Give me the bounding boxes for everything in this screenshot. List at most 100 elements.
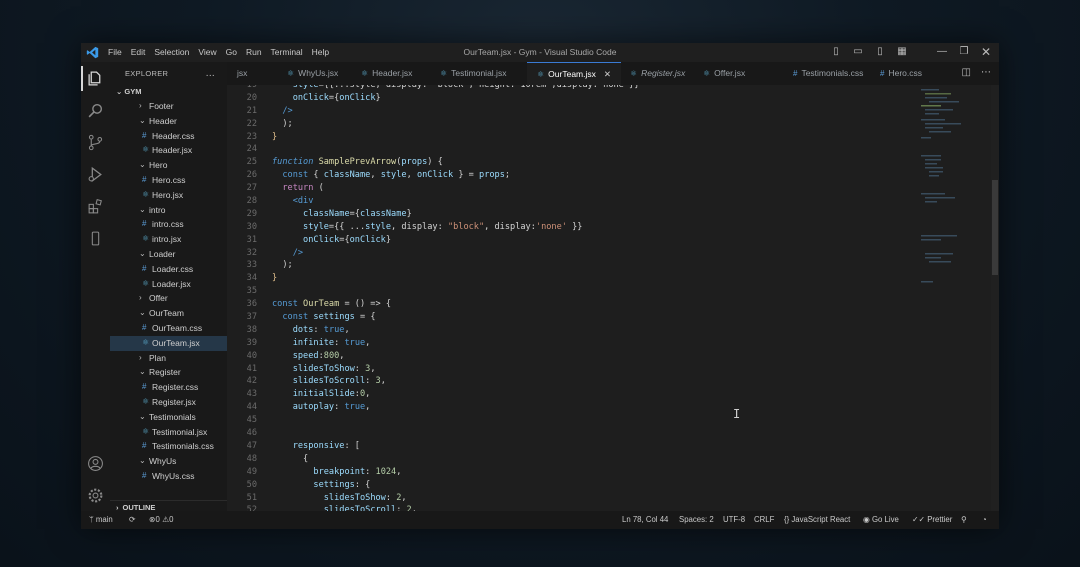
sync-icon[interactable]: ⟳ (129, 511, 136, 529)
file-intro-jsx[interactable]: ⚛ intro.jsx (110, 232, 227, 247)
code-line[interactable]: responsive: [ (272, 440, 912, 453)
menu-item-help[interactable]: Help (312, 47, 329, 57)
file-testimonials-css[interactable]: # Testimonials.css (110, 439, 227, 454)
folder-register[interactable]: ⌄ Register (110, 365, 227, 380)
menu-item-run[interactable]: Run (246, 47, 262, 57)
tab-header-jsx[interactable]: ⚛ Header.jsx (351, 62, 422, 85)
go-live-button[interactable]: ◉ Go Live (863, 511, 899, 529)
code-line[interactable]: dots: true, (272, 324, 912, 337)
folder-footer[interactable]: › Footer (110, 99, 227, 114)
folder-ourteam[interactable]: ⌄ OurTeam (110, 306, 227, 321)
run-debug-icon[interactable] (87, 166, 104, 183)
tab-register-jsx[interactable]: ⚛ Register.jsx (620, 62, 695, 85)
branch-indicator[interactable]: ᛘ main (89, 511, 113, 529)
file-loader-css[interactable]: # Loader.css (110, 262, 227, 277)
code-line[interactable]: const { className, style, onClick } = pr… (272, 169, 912, 182)
code-line[interactable]: slidesToShow: 2, (272, 492, 912, 505)
file-ourteam-css[interactable]: # OurTeam.css (110, 321, 227, 336)
code-line[interactable]: function SamplePrevArrow(props) { (272, 156, 912, 169)
menu-item-selection[interactable]: Selection (154, 47, 189, 57)
file-loader-jsx[interactable]: ⚛ Loader.jsx (110, 277, 227, 292)
folder-loader[interactable]: ⌄ Loader (110, 247, 227, 262)
close-icon[interactable]: ✕ (979, 45, 993, 59)
toggle-panel-icon[interactable]: ▭ (851, 45, 865, 59)
scrollbar-thumb[interactable] (992, 180, 998, 275)
language-mode[interactable]: {} JavaScript React (784, 511, 850, 529)
file-intro-css[interactable]: # intro.css (110, 217, 227, 232)
source-control-icon[interactable] (87, 134, 104, 151)
split-editor-icon[interactable]: ◫ (962, 67, 971, 78)
tab-hero-css[interactable]: # Hero.css (870, 62, 932, 85)
folder-whyus[interactable]: ⌄ WhyUs (110, 454, 227, 469)
file-whyus-css[interactable]: # WhyUs.css (110, 469, 227, 484)
code-line[interactable] (272, 427, 912, 440)
cursor-position[interactable]: Ln 78, Col 44 (622, 511, 668, 529)
extensions-icon[interactable] (87, 198, 104, 215)
code-line[interactable]: return ( (272, 182, 912, 195)
code-line[interactable]: breakpoint: 1024, (272, 466, 912, 479)
toggle-secondary-sidebar-icon[interactable]: ▯ (873, 45, 887, 59)
menu-item-edit[interactable]: Edit (131, 47, 146, 57)
tab-testimonials-css[interactable]: # Testimonials.css (783, 62, 873, 85)
folder-testimonials[interactable]: ⌄ Testimonials (110, 410, 227, 425)
close-tab-icon[interactable]: ✕ (604, 69, 611, 79)
folder-plan[interactable]: › Plan (110, 351, 227, 366)
code-lines[interactable]: style={{...style, display: "block", heig… (272, 85, 912, 511)
tab-offer-jsx[interactable]: ⚛ Offer.jsx (693, 62, 755, 85)
code-line[interactable]: speed:800, (272, 350, 912, 363)
notifications-bell-icon[interactable]: ◔ (982, 511, 987, 529)
workspace-root[interactable]: ⌄ GYM (110, 85, 227, 99)
menu-item-file[interactable]: File (108, 47, 122, 57)
code-line[interactable]: /> (272, 105, 912, 118)
code-line[interactable] (272, 143, 912, 156)
problems-indicator[interactable]: ⊗0 ⚠0 (149, 511, 173, 529)
code-line[interactable]: initialSlide:0, (272, 388, 912, 401)
section-outline[interactable]: › OUTLINE (110, 500, 227, 511)
code-line[interactable]: style={{ ...style, display: "block", dis… (272, 221, 912, 234)
file-hero-jsx[interactable]: ⚛ Hero.jsx (110, 188, 227, 203)
file-register-jsx[interactable]: ⚛ Register.jsx (110, 395, 227, 410)
code-line[interactable] (272, 414, 912, 427)
search-icon[interactable] (87, 102, 104, 119)
tab-testimonial-jsx[interactable]: ⚛ Testimonial.jsx (430, 62, 516, 85)
code-editor[interactable]: 19 20 21 22 23 24 25 26 27 28 29 30 31 32 33 34 35 36 37 38… (227, 85, 999, 511)
folder-hero[interactable]: ⌄ Hero (110, 158, 227, 173)
file-header-css[interactable]: # Header.css (110, 129, 227, 144)
minimap[interactable] (917, 85, 987, 511)
menu-item-go[interactable]: Go (226, 47, 237, 57)
code-line[interactable]: { (272, 453, 912, 466)
code-line[interactable]: className={className} (272, 208, 912, 221)
folder-header[interactable]: ⌄ Header (110, 114, 227, 129)
code-line[interactable]: slidesToShow: 3, (272, 363, 912, 376)
minimize-icon[interactable]: — (935, 45, 949, 59)
code-line[interactable]: ); (272, 118, 912, 131)
code-line[interactable] (272, 285, 912, 298)
vertical-scrollbar[interactable] (991, 85, 999, 511)
tab-jsx[interactable]: jsx (157, 62, 257, 85)
code-line[interactable]: } (272, 131, 912, 144)
code-line[interactable]: <div (272, 195, 912, 208)
code-line[interactable]: onClick={onClick} (272, 234, 912, 247)
code-line[interactable]: const OurTeam = () => { (272, 298, 912, 311)
code-line[interactable]: slidesToScroll: 3, (272, 375, 912, 388)
encoding[interactable]: UTF-8 (723, 511, 745, 529)
menu-item-terminal[interactable]: Terminal (271, 47, 303, 57)
file-header-jsx[interactable]: ⚛ Header.jsx (110, 143, 227, 158)
prettier-button[interactable]: ✓✓ Prettier (912, 511, 952, 529)
toggle-sidebar-icon[interactable]: ▯ (829, 45, 843, 59)
code-line[interactable]: ); (272, 259, 912, 272)
file-hero-css[interactable]: # Hero.css (110, 173, 227, 188)
folder-offer[interactable]: › Offer (110, 291, 227, 306)
explorer-icon[interactable] (81, 66, 104, 91)
code-line[interactable]: slidesToScroll: 2, (272, 504, 912, 511)
file-ourteam-jsx[interactable]: ⚛ OurTeam.jsx (110, 335, 227, 351)
indentation[interactable]: Spaces: 2 (679, 511, 714, 529)
code-line[interactable]: settings: { (272, 479, 912, 492)
code-line[interactable]: style={{...style, display: "block", heig… (272, 85, 912, 92)
more-actions-icon[interactable]: ⋯ (981, 67, 991, 78)
account-icon[interactable] (87, 455, 104, 472)
code-line[interactable]: infinite: true, (272, 337, 912, 350)
tab-whyus-jsx[interactable]: ⚛ WhyUs.jsx (277, 62, 348, 85)
code-line[interactable]: /> (272, 247, 912, 260)
settings-gear-icon[interactable] (87, 487, 104, 504)
